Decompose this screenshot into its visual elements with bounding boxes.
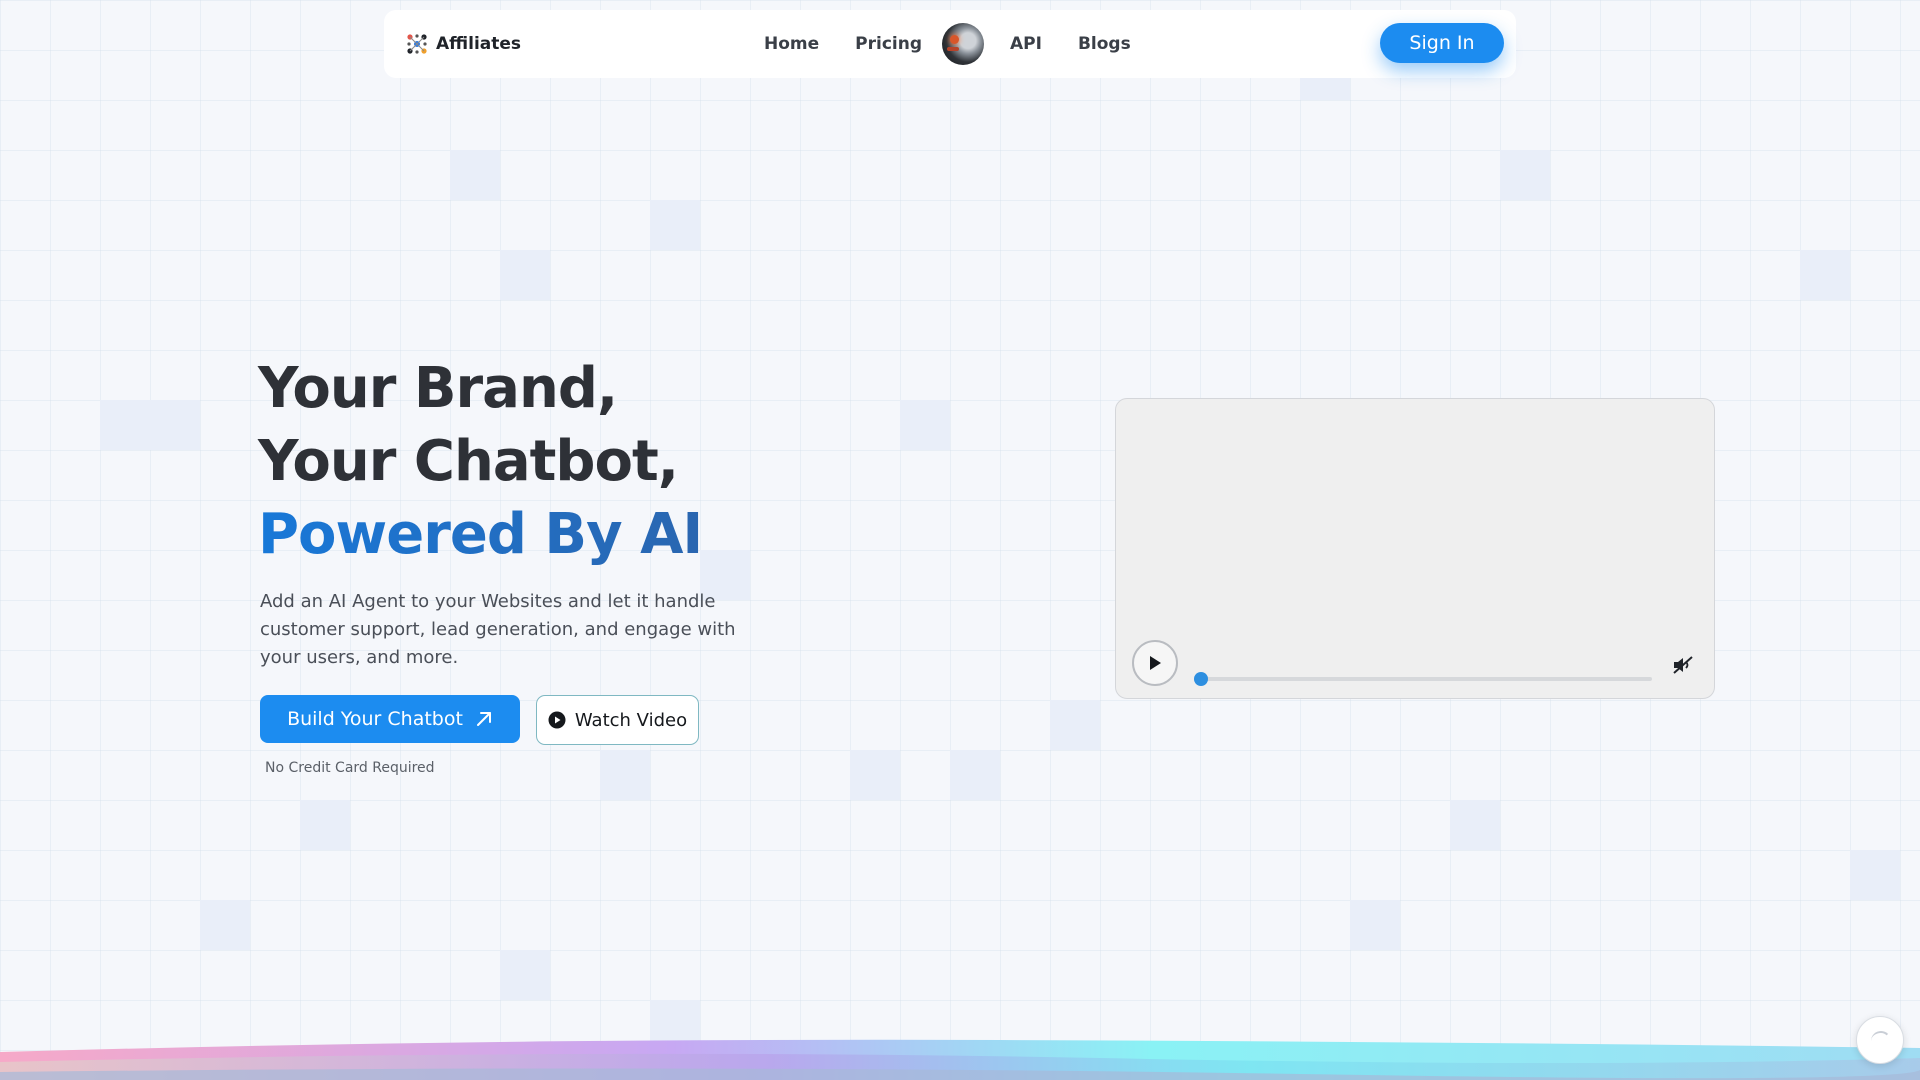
- bg-tile: [900, 400, 950, 450]
- hero-title: Your Brand, Your Chatbot, Powered By AI: [258, 352, 703, 571]
- mute-icon[interactable]: [1671, 653, 1695, 677]
- bg-tile: [100, 400, 200, 450]
- nav-link-api[interactable]: API: [1010, 34, 1042, 54]
- play-circle-icon: [548, 711, 566, 729]
- hero-title-line-3: Powered By AI: [258, 502, 703, 567]
- bg-tile: [500, 950, 550, 1000]
- watch-video-button[interactable]: Watch Video: [536, 695, 699, 745]
- nav-link-blogs[interactable]: Blogs: [1078, 34, 1131, 54]
- brand-label: Affiliates: [436, 34, 522, 54]
- bg-tile: [500, 250, 550, 300]
- hero-description: Add an AI Agent to your Websites and let…: [260, 591, 736, 668]
- bg-tile: [1500, 150, 1550, 200]
- bg-tile: [650, 200, 700, 250]
- bg-tile: [450, 150, 500, 200]
- bg-tile: [600, 750, 650, 800]
- bg-tile: [1350, 900, 1400, 950]
- no-credit-card-note: No Credit Card Required: [265, 760, 435, 776]
- bg-tile: [200, 900, 250, 950]
- navbar: Affiliates Home Pricing API Blogs Sign I…: [384, 10, 1516, 78]
- sign-in-button[interactable]: Sign In: [1380, 23, 1504, 63]
- bg-tile: [300, 800, 350, 850]
- bg-tile: [1850, 850, 1900, 900]
- bg-tile: [950, 750, 1000, 800]
- bg-tile: [1450, 800, 1500, 850]
- nav-link-home[interactable]: Home: [764, 34, 819, 54]
- video-progress-track[interactable]: [1198, 677, 1652, 681]
- hero-title-line-1: Your Brand,: [258, 356, 618, 421]
- video-progress-thumb[interactable]: [1194, 672, 1208, 686]
- bg-tile: [1050, 700, 1100, 750]
- build-chatbot-button[interactable]: Build Your Chatbot: [260, 695, 520, 743]
- nav-links: Home Pricing API Blogs: [764, 10, 1131, 78]
- video-play-button[interactable]: [1132, 640, 1178, 686]
- chat-widget-button[interactable]: [1856, 1016, 1904, 1064]
- brand-logo-icon: [407, 34, 427, 54]
- decorative-wave: [0, 1039, 1920, 1080]
- hero-title-line-2: Your Chatbot,: [258, 429, 679, 494]
- play-icon: [1150, 656, 1161, 670]
- bg-tile: [850, 750, 900, 800]
- watch-video-label: Watch Video: [574, 709, 688, 731]
- avatar[interactable]: [942, 23, 985, 65]
- nav-link-pricing[interactable]: Pricing: [855, 34, 922, 54]
- video-player[interactable]: [1115, 398, 1715, 699]
- brand[interactable]: Affiliates: [406, 10, 521, 78]
- build-chatbot-label: Build Your Chatbot: [287, 708, 463, 730]
- bg-tile: [1800, 250, 1850, 300]
- arrow-up-right-icon: [476, 712, 491, 726]
